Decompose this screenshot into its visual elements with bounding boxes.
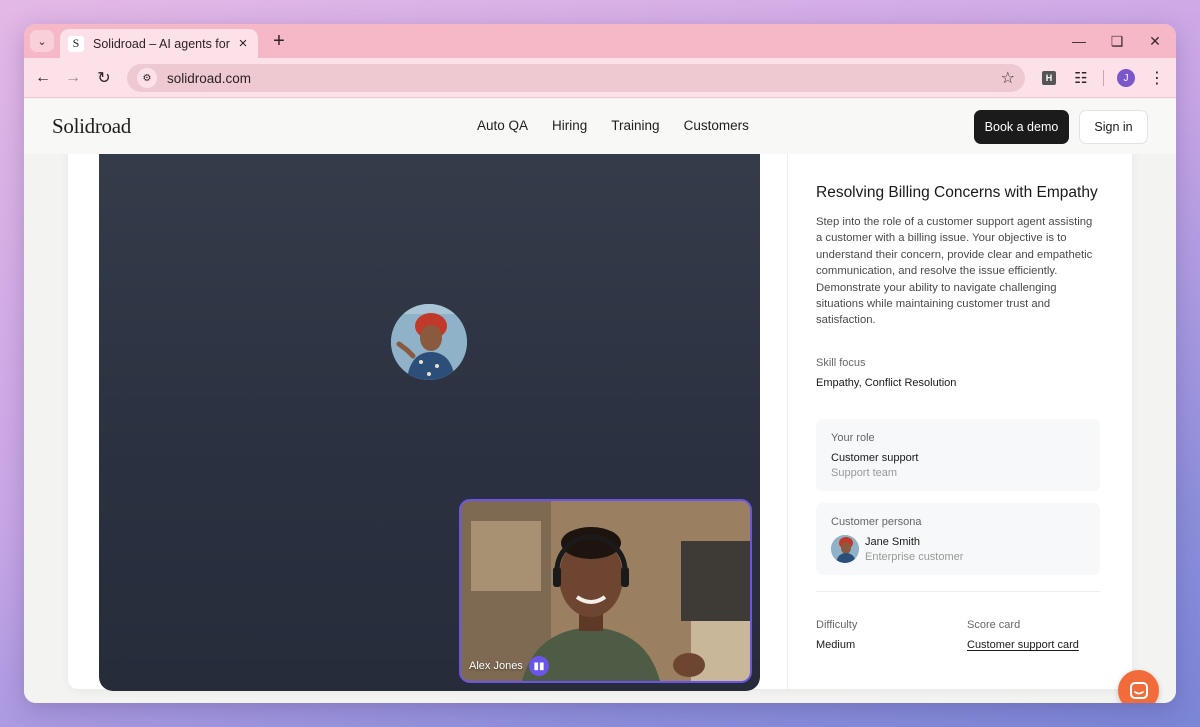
chat-icon [1129, 681, 1148, 699]
scorecard-link[interactable]: Customer support card [967, 639, 1079, 651]
scenario-description: Step into the role of a customer support… [816, 216, 1093, 327]
url-text: solidroad.com [167, 70, 252, 86]
nav-link-training[interactable]: Training [611, 118, 659, 133]
role-value: Customer support [831, 452, 919, 464]
persona-avatar [831, 535, 859, 563]
browser-window: ⌄ S Solidroad – AI agents for sales a × … [24, 24, 1176, 703]
site-nav: Auto QA Hiring Training Customers [477, 118, 773, 133]
arrow-right-icon: → [65, 69, 81, 86]
difficulty-label: Difficulty [816, 619, 858, 631]
restore-button[interactable]: ❏ [1102, 30, 1132, 52]
web-page: Alex Jones ▮▮ Solidroad Auto QA Hiring T… [24, 99, 1176, 703]
video-call-area: Alex Jones ▮▮ [99, 139, 760, 691]
skill-focus-label: Skill focus [816, 357, 866, 369]
tab-strip: ⌄ S Solidroad – AI agents for sales a × … [24, 24, 1176, 58]
close-icon: ✕ [1149, 32, 1161, 49]
minimize-icon: — [1072, 33, 1086, 49]
reload-icon: ↻ [97, 70, 111, 87]
nav-link-customers[interactable]: Customers [684, 118, 749, 133]
persona-name: Jane Smith [865, 536, 921, 548]
role-box: Your role Customer support Support team [816, 419, 1100, 491]
nav-link-hiring[interactable]: Hiring [552, 118, 587, 133]
extensions-puzzle-icon[interactable]: ☷ [1070, 67, 1092, 89]
details-divider [816, 591, 1100, 592]
site-header: Solidroad Auto QA Hiring Training Custom… [24, 99, 1176, 154]
browser-tab[interactable]: S Solidroad – AI agents for sales a × [60, 29, 258, 58]
sign-in-button[interactable]: Sign in [1079, 110, 1148, 144]
reload-button[interactable]: ↻ [92, 66, 116, 90]
plus-icon: + [273, 29, 285, 52]
close-icon[interactable]: × [236, 35, 250, 52]
role-subtitle: Support team [831, 467, 898, 479]
toolbar-divider [1103, 70, 1104, 86]
customer-avatar [391, 304, 467, 380]
back-button[interactable]: ← [31, 66, 55, 90]
restore-icon: ❏ [1110, 32, 1124, 49]
profile-avatar[interactable]: J [1117, 69, 1135, 87]
difficulty-value: Medium [816, 639, 856, 651]
menu-kebab-icon[interactable]: ⋮ [1148, 67, 1166, 89]
persona-box: Customer persona Jane Smith Enterprise c… [816, 503, 1100, 575]
site-settings-icon[interactable]: ⚙ [137, 68, 157, 88]
minimize-button[interactable]: — [1064, 30, 1094, 52]
role-label: Your role [831, 432, 875, 444]
arrow-left-icon: ← [35, 69, 51, 86]
skill-focus-value: Empathy, Conflict Resolution [816, 377, 957, 389]
self-video-tile: Alex Jones ▮▮ [459, 499, 752, 683]
extension-h-icon[interactable]: H [1042, 71, 1056, 85]
persona-label: Customer persona [831, 516, 922, 528]
scorecard-label: Score card [967, 619, 1021, 631]
panel-divider [787, 154, 788, 689]
close-window-button[interactable]: ✕ [1140, 30, 1170, 52]
chevron-down-icon: ⌄ [37, 35, 47, 48]
persona-subtitle: Enterprise customer [865, 551, 964, 563]
site-logo[interactable]: Solidroad [52, 114, 131, 139]
address-bar[interactable]: ⚙ solidroad.com ☆ [127, 64, 1025, 92]
tab-title: Solidroad – AI agents for sales a [93, 36, 233, 51]
browser-toolbar: ← → ↻ ⚙ solidroad.com ☆ H ☷ J ⋮ [24, 58, 1176, 98]
nav-link-auto-qa[interactable]: Auto QA [477, 118, 528, 133]
audio-wave-icon: ▮▮ [529, 656, 549, 676]
forward-button[interactable]: → [61, 66, 85, 90]
chat-launcher-button[interactable] [1118, 670, 1159, 703]
new-tab-button[interactable]: + [267, 29, 291, 53]
scenario-title: Resolving Billing Concerns with Empathy [816, 184, 1098, 201]
favicon-icon: S [68, 35, 84, 52]
book-demo-button[interactable]: Book a demo [974, 110, 1069, 144]
star-icon[interactable]: ☆ [1001, 68, 1015, 88]
participant-name: Alex Jones [469, 660, 523, 672]
tab-search-button[interactable]: ⌄ [30, 30, 54, 52]
